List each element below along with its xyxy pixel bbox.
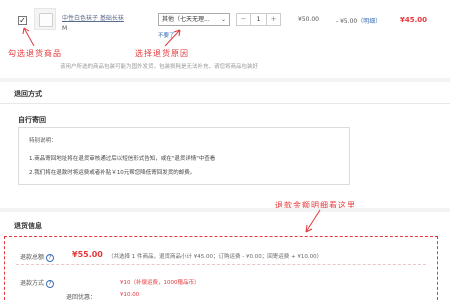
arrow-to-refund-box [305,209,321,233]
return-reason-select[interactable]: 其他（七天无理... ⌄ [158,13,230,26]
refund-total-label: 退款总额 [20,254,45,261]
refund-detail-highlight [4,236,438,300]
quantity-stepper[interactable]: − 1 + [236,13,281,26]
quantity-value[interactable]: 1 [250,14,267,25]
help-icon[interactable]: ? [46,279,55,288]
refund-total-label-row: 退款总额? [20,252,55,262]
special-notice-line: 2.我们将在退款时将运费或者补贴￥10元帮您降低寄回发货的邮费。 [29,170,196,176]
section-separator [0,78,450,82]
special-notice-box: 特别说明： 1.商品寄回地址将在退货审核通过后以短信形式告知，或在"退货详情"中… [18,127,350,185]
sock-image [39,13,53,27]
help-icon[interactable]: ? [46,253,55,262]
product-name-link[interactable]: 中性白色袜子 基础长袜 [62,13,124,22]
row-divider [16,264,426,265]
coupon-label: 退回优惠： [66,294,97,300]
refund-method-value: ¥10（补偿运费，1000赠品币） [120,280,200,286]
discount-amount: - ¥5.00 [336,18,358,25]
increase-button[interactable]: + [267,14,280,25]
refund-method-label: 退款方式 [20,280,45,287]
return-info-title: 退货信息 [14,222,42,230]
coupon-value: ¥10.00 [120,292,140,298]
return-reason-value: 其他（七天无理... [162,16,210,23]
annotation-select-goods: 勾选退货商品 [8,49,62,58]
section-separator [0,208,450,212]
product-subtotal: ¥45.00 [400,16,428,24]
chevron-down-icon: ⌄ [220,16,226,23]
divider [0,103,450,104]
special-notice-line: 1.商品寄回地址将在退货审核通过后以短信形式告知，或在"退货详情"中查看 [29,156,216,162]
special-notice-title: 特别说明： [29,138,57,144]
self-send-title: 自行寄回 [18,116,46,124]
discount-cell: - ¥5.00（明细） [336,16,381,25]
packaging-notice: 该用户所选的商品包装可能为国外发货，包装损耗是无法补充，请您将商品包装好 [60,64,259,70]
discount-detail-link[interactable]: （明细） [357,18,381,25]
product-thumbnail[interactable] [34,8,56,30]
select-product-checkbox[interactable]: ✓ [18,16,27,25]
annotation-select-reason: 选择退货原因 [135,49,189,58]
unit-price: ¥50.00 [298,16,319,23]
arrow-to-checkbox [23,27,35,47]
refund-breakdown: （共选择 1 件商品，退货商品小计 ¥45.00；订购运费 - ¥0.00；回寄… [108,254,323,260]
not-want-link[interactable]: 不要了 [158,31,175,39]
refund-method-label-row: 退款方式? [20,278,55,288]
product-spec: M [62,25,68,32]
refund-total-amount: ¥55.00 [72,250,103,259]
return-method-title: 退回方式 [14,90,42,98]
decrease-button[interactable]: − [237,14,250,25]
